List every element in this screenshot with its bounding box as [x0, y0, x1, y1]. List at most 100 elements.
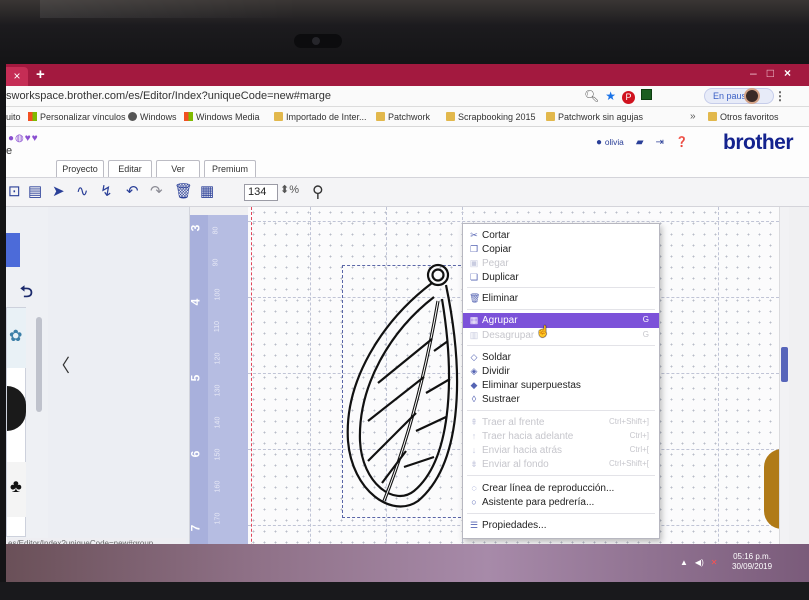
mouse-cursor-icon: ☝ [536, 326, 550, 338]
browser-tab[interactable]: × [6, 67, 28, 86]
monitor-bezel-bottom [0, 582, 809, 600]
grid-icon[interactable]: ▦ [200, 184, 214, 200]
app-header: ●◍♥♥ e Proyecto Editar Ver Premium ● oli… [6, 127, 809, 177]
folder-icon [546, 112, 555, 121]
profile-pause-chip[interactable]: En pausa [704, 88, 775, 104]
trash-icon: 🗑︎ [469, 293, 481, 303]
zoom-input[interactable]: 134 [244, 184, 278, 201]
bookmark-item[interactable]: Importado de Inter... [274, 112, 367, 122]
new-tab-button[interactable]: + [36, 66, 45, 83]
redo-icon[interactable]: ↷ [150, 184, 163, 200]
canvas-scrollbar[interactable] [779, 207, 789, 582]
network-icon[interactable]: ✕ [711, 558, 718, 567]
zoom-stepper[interactable]: ⬍% [280, 183, 299, 196]
tab-proyecto[interactable]: Proyecto [56, 160, 104, 177]
menu-item-dividir[interactable]: ◈ Dividir [463, 364, 659, 378]
address-bar-icons: 🔍︎ ★ P [584, 89, 658, 104]
clock-time: 05:16 p.m. [733, 552, 771, 561]
pattern-thumbnail[interactable] [7, 386, 26, 431]
tray-arrow-icon[interactable]: ▲ [680, 558, 688, 567]
ruler-minor-label: 100 [214, 288, 222, 301]
editor-toolbar: ⊡ ▤ ➤ ∿ ↯ ↶ ↷ 🗑︎ ▦ 134 ⬍% ⚲ [6, 177, 809, 207]
close-window-button[interactable]: × [784, 66, 801, 80]
url-field[interactable]: sworkspace.brother.com/es/Editor/Index?u… [6, 90, 331, 102]
menu-item-agrupar[interactable]: ▦ Agrupar G [463, 313, 659, 328]
back-icon[interactable]: ⮌ [20, 281, 33, 308]
folder-icon [376, 112, 385, 121]
menu-item-soldar[interactable]: ◇ Soldar [463, 350, 659, 364]
help-icon[interactable]: ❓ [676, 137, 688, 148]
bookmark-star-icon[interactable]: ★ [605, 89, 616, 103]
undo-icon[interactable]: ↶ [126, 184, 139, 200]
folder-icon [446, 112, 455, 121]
tab-ver[interactable]: Ver [156, 160, 200, 177]
browser-tab-strip: × + –□× [6, 64, 809, 86]
panel-scrollbar[interactable] [36, 317, 42, 412]
logout-icon[interactable]: ⇥ [656, 137, 664, 148]
menu-item-traer-adelante[interactable]: ↑ Traer hacia adelante Ctrl+] [463, 429, 659, 443]
folder-open-icon[interactable]: ▰ [636, 137, 644, 148]
folder-icon [708, 112, 717, 121]
subtract-icon: ◊ [471, 394, 477, 404]
clock[interactable]: 05:16 p.m. 30/09/2019 [732, 552, 772, 572]
bookmark-item[interactable]: Scrapbooking 2015 [446, 112, 536, 122]
bookmark-item[interactable]: uito [6, 112, 21, 122]
ruler-minor-label: 90 [212, 258, 220, 267]
scan-icon[interactable]: ▤ [28, 184, 42, 200]
bookmark-item[interactable]: Patchwork sin agujas [546, 112, 643, 122]
volume-icon[interactable]: ◀) [695, 558, 704, 567]
menu-item-duplicar[interactable]: ❏ Duplicar [463, 270, 659, 284]
menu-item-traer-frente[interactable]: ⇞ Traer al frente Ctrl+Shift+] [463, 415, 659, 429]
menu-item-crear-linea[interactable]: ◌ Crear línea de reproducción... [463, 481, 659, 495]
menu-item-cortar[interactable]: ✂ Cortar [463, 228, 659, 242]
zoom-search-icon[interactable]: ⚲ [312, 182, 324, 202]
taskbar: ▲ ◀) ✕ 05:16 p.m. 30/09/2019 [6, 544, 809, 582]
menu-item-eliminar[interactable]: 🗑︎ Eliminar [463, 291, 659, 305]
import-icon[interactable]: ⊡ [8, 184, 21, 200]
search-icon[interactable]: 🔍︎ [584, 89, 599, 103]
menu-item-eliminar-superpuestas[interactable]: ◆ Eliminar superpuestas [463, 378, 659, 392]
minimize-button[interactable]: – [750, 66, 767, 80]
bookmarks-overflow-button[interactable]: » [690, 111, 696, 122]
menu-item-propiedades[interactable]: ☰ Propiedades... [463, 518, 659, 532]
rhinestone-icon: ○ [471, 497, 477, 507]
scrollbar-thumb[interactable] [781, 347, 788, 382]
menu-item-asistente-pedreria[interactable]: ○ Asistente para pedrería... [463, 495, 659, 509]
clock-date: 30/09/2019 [732, 562, 773, 571]
pinterest-icon[interactable]: P [622, 91, 635, 104]
menu-item-enviar-atras[interactable]: ↓ Enviar hacia atrás Ctrl+[ [463, 443, 659, 457]
user-menu[interactable]: ● olivia [596, 137, 624, 148]
pattern-thumbnail[interactable] [7, 462, 26, 517]
pattern-thumbnail[interactable] [7, 308, 26, 368]
menu-item-desagrupar[interactable]: ▥ Desagrupar G [463, 328, 659, 342]
tab-premium[interactable]: Premium [204, 160, 256, 177]
menu-item-pegar[interactable]: ▣ Pegar [463, 256, 659, 270]
menu-item-sustraer[interactable]: ◊ Sustraer [463, 392, 659, 406]
collapse-panel-icon[interactable]: 〈 [52, 352, 70, 378]
maximize-button[interactable]: □ [767, 66, 784, 80]
pen-tool-icon[interactable]: ∿ [76, 184, 89, 200]
group-icon: ▦ [469, 315, 479, 325]
globe-icon [128, 112, 137, 121]
menu-item-copiar[interactable]: ❐ Copiar [463, 242, 659, 256]
leaf-shape[interactable] [342, 261, 472, 521]
vertical-ruler: 3 4 5 6 7 80 90 100 110 120 130 140 150 … [188, 215, 248, 582]
bookmark-item[interactable]: Windows [128, 112, 177, 122]
windows-icon [184, 112, 193, 121]
more-menu-icon[interactable]: ⋮ [774, 89, 786, 103]
trash-icon[interactable]: 🗑︎ [174, 184, 193, 200]
bookmark-item[interactable]: Personalizar vínculos [28, 112, 126, 122]
avatar[interactable] [744, 88, 760, 104]
screen: × + –□× sworkspace.brother.com/es/Editor… [6, 64, 809, 582]
select-arrow-icon[interactable]: ➤ [52, 184, 65, 200]
app-logo-text: e [6, 145, 13, 157]
bookmark-item[interactable]: Windows Media [184, 112, 260, 122]
extension-icon[interactable] [641, 89, 652, 100]
panel-selector[interactable] [6, 233, 20, 267]
bookmark-item-other[interactable]: Otros favoritos [708, 112, 779, 122]
close-tab-icon[interactable]: × [13, 69, 20, 83]
edit-points-icon[interactable]: ↯ [100, 184, 113, 200]
bookmark-item[interactable]: Patchwork [376, 112, 430, 122]
menu-item-enviar-fondo[interactable]: ⇟ Enviar al fondo Ctrl+Shift+[ [463, 457, 659, 471]
tab-editar[interactable]: Editar [108, 160, 152, 177]
